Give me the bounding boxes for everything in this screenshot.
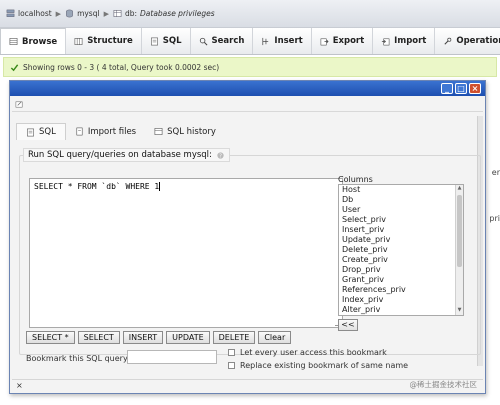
subtab-import-files[interactable]: Import files [66, 124, 145, 140]
tab-operations[interactable]: Operations [435, 28, 500, 54]
subtab-sql-history[interactable]: SQL history [145, 124, 225, 140]
insert-button[interactable]: INSERT [122, 331, 164, 344]
column-option[interactable]: Alter_priv [339, 305, 463, 315]
replace-bookmark-option[interactable]: Replace existing bookmark of same name [228, 361, 408, 370]
separator-arrow-icon: ▶ [103, 9, 109, 18]
column-option[interactable]: Host [339, 185, 463, 195]
browse-icon [9, 38, 18, 45]
column-option[interactable]: Create_priv [339, 255, 463, 265]
help-icon[interactable]: ? [216, 151, 225, 160]
shared-bookmark-option[interactable]: Let every user access this bookmark [228, 348, 387, 357]
tab-insert[interactable]: Insert [253, 28, 312, 54]
sql-history-icon [154, 128, 163, 135]
background-text-fragment: pri [489, 214, 500, 223]
dialog-toolbar [12, 98, 483, 112]
bookmark-label: Bookmark this SQL query: [26, 354, 130, 363]
close-x-icon[interactable]: × [16, 381, 23, 390]
separator-arrow-icon: ▶ [55, 9, 62, 18]
tab-import[interactable]: Import [373, 28, 436, 54]
select-all-button[interactable]: SELECT * [26, 331, 75, 344]
column-option[interactable]: Insert_priv [339, 225, 463, 235]
dialog-subtabs: SQL Import files SQL history [16, 123, 225, 140]
breadcrumb-server[interactable]: localhost [6, 9, 52, 18]
query-legend: Run SQL query/queries on database mysql:… [23, 148, 230, 162]
breadcrumb: localhost ▶ mysql ▶ db: Database privile… [0, 0, 500, 28]
column-option[interactable]: Delete_priv [339, 245, 463, 255]
tab-export[interactable]: Export [312, 28, 374, 54]
column-option[interactable]: Update_priv [339, 235, 463, 245]
column-option[interactable]: Grant_priv [339, 275, 463, 285]
watermark: @稀土掘金技术社区 [409, 380, 478, 389]
tab-browse[interactable]: Browse [0, 28, 67, 54]
breadcrumb-database[interactable]: mysql [65, 9, 100, 18]
structure-icon [74, 37, 83, 45]
column-option[interactable]: References_priv [339, 285, 463, 295]
tab-structure[interactable]: Structure [66, 28, 142, 54]
tab-sql[interactable]: SQL [142, 28, 191, 54]
maximize-icon[interactable]: □ [455, 83, 467, 94]
column-option[interactable]: Select_priv [339, 215, 463, 225]
replace-bookmark-checkbox[interactable] [228, 362, 235, 369]
sql-icon [150, 37, 158, 45]
svg-text:?: ? [219, 153, 222, 159]
sql-query-editor[interactable]: SELECT * FROM `db` WHERE 1 [29, 178, 343, 328]
operations-icon [444, 37, 452, 45]
columns-list[interactable]: Host Db User Select_priv Insert_priv Upd… [338, 184, 464, 316]
close-icon[interactable]: × [469, 83, 481, 94]
checkmark-icon [10, 63, 19, 71]
subtab-sql[interactable]: SQL [16, 123, 66, 140]
scroll-down-icon[interactable]: ▼ [456, 307, 463, 315]
success-message: Showing rows 0 - 3 ( 4 total, Query took… [3, 57, 497, 77]
text-caret [159, 182, 161, 191]
insert-column-button[interactable]: << [338, 319, 358, 331]
import-files-icon [76, 127, 83, 136]
sql-icon [27, 128, 34, 136]
column-option[interactable]: Db [339, 195, 463, 205]
column-option[interactable]: User [339, 205, 463, 215]
update-button[interactable]: UPDATE [166, 331, 210, 344]
clear-button[interactable]: Clear [258, 331, 292, 344]
tab-search[interactable]: Search [191, 28, 254, 54]
minimize-icon[interactable]: _ [441, 83, 453, 94]
query-button-row: SELECT * SELECT INSERT UPDATE DELETE Cle… [26, 331, 292, 344]
server-icon [6, 9, 15, 17]
database-icon [66, 9, 73, 18]
bookmark-input[interactable] [127, 350, 217, 364]
table-icon [113, 10, 122, 17]
breadcrumb-table[interactable]: db: Database privileges [113, 9, 215, 18]
sql-query-dialog: _ □ × SQL Import files SQL history Run S… [9, 80, 486, 394]
insert-icon [262, 37, 269, 45]
dialog-title-bar[interactable]: _ □ × [10, 81, 485, 96]
select-button[interactable]: SELECT [77, 331, 120, 344]
columns-scrollbar[interactable]: ▲ ▼ [455, 185, 463, 315]
delete-button[interactable]: DELETE [212, 331, 256, 344]
columns-label: Columns [338, 175, 373, 184]
edit-icon[interactable] [15, 100, 24, 109]
export-icon [320, 38, 329, 45]
import-icon [382, 38, 390, 45]
main-tabs: Browse Structure SQL Search Insert Expor… [0, 28, 500, 55]
column-option[interactable]: Drop_priv [339, 265, 463, 275]
shared-bookmark-checkbox[interactable] [228, 349, 235, 356]
search-icon [199, 37, 207, 45]
scroll-up-icon[interactable]: ▲ [456, 185, 463, 193]
column-option[interactable]: Index_priv [339, 295, 463, 305]
background-text-fragment: er [491, 168, 500, 177]
scroll-thumb[interactable] [457, 195, 462, 267]
